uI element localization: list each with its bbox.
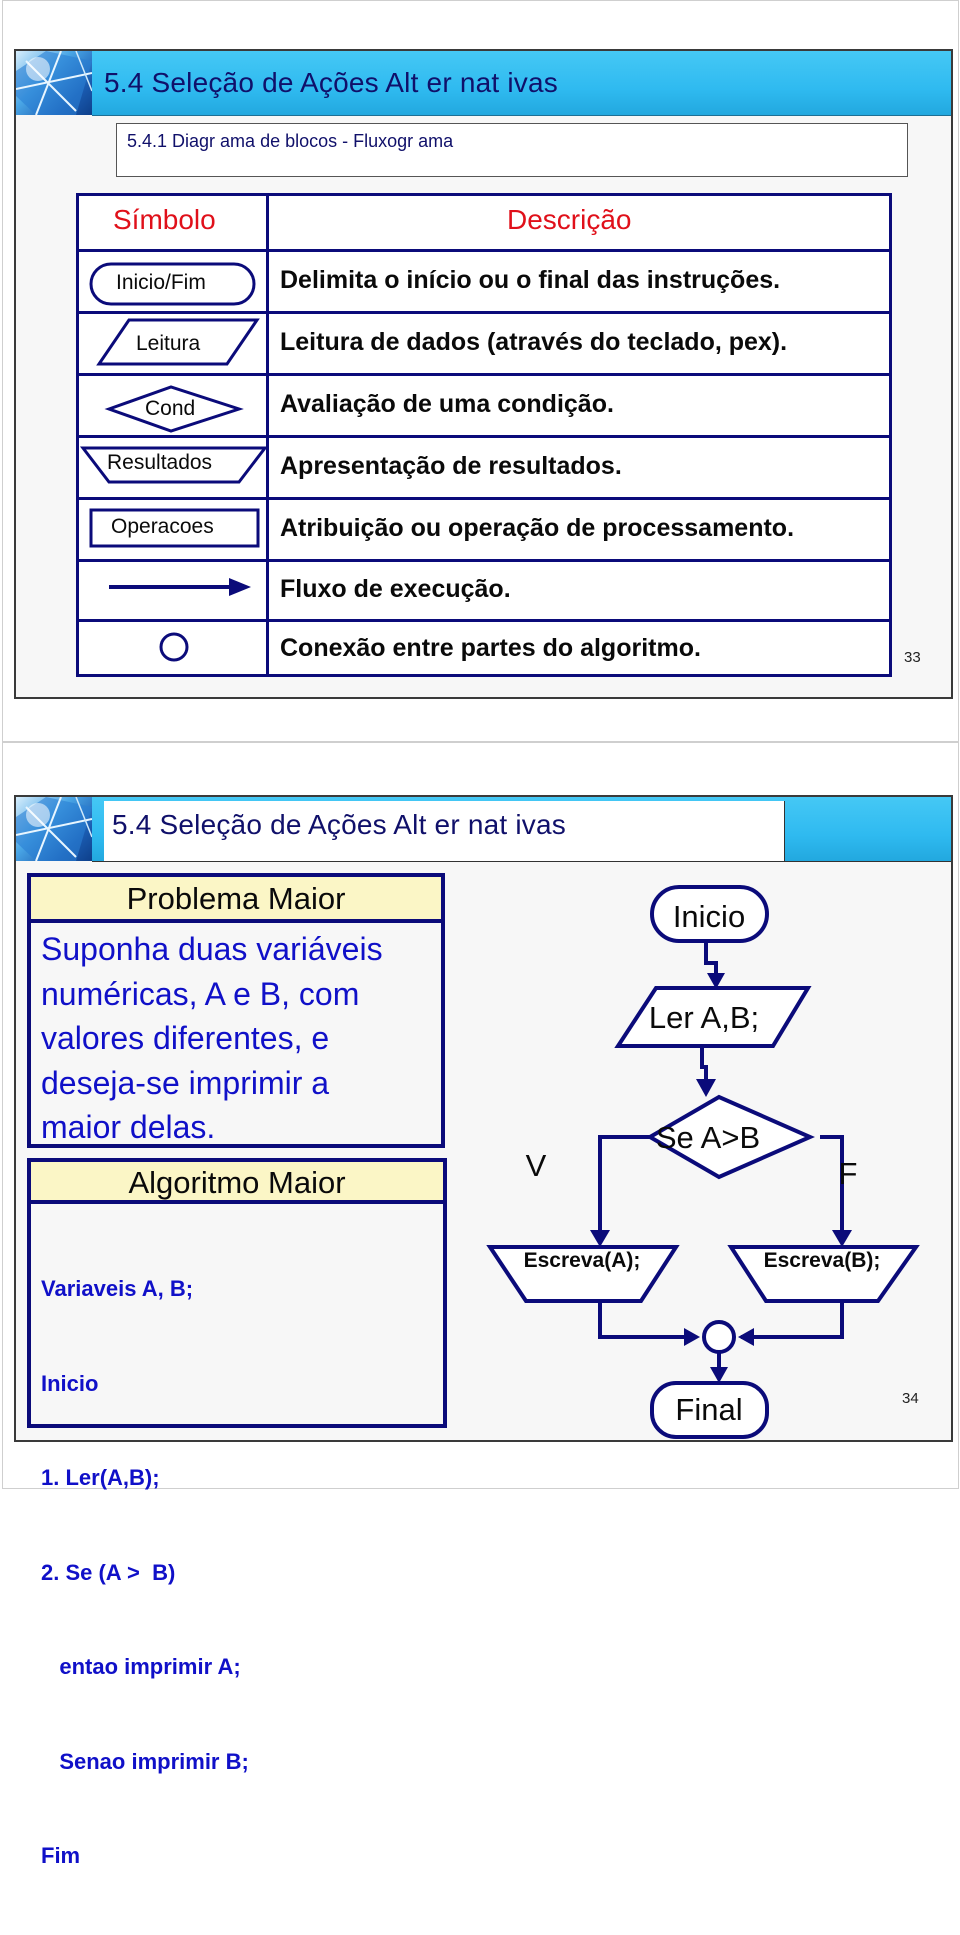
flow-connector [704,941,718,975]
table-row: Conexão entre partes do algoritmo. [79,619,889,677]
symbol-label: Inicio/Fim [116,271,206,294]
false-branch-label: F [839,1156,858,1191]
write-b-label: Escreva(B); [764,1249,881,1272]
slide-title: 5.4 Seleção de Ações Alt er nat ivas [104,67,558,98]
page-34: 5.4 Seleção de Ações Alt er nat ivas Pro… [2,742,959,1868]
algorithm-line: Fim [41,1843,81,1868]
slide-subtitle: 5.4.1 Diagr ama de blocos - Fluxogr ama [127,131,454,151]
symbol-label: Leitura [136,332,201,355]
flow-connector [700,1044,708,1081]
read-label: Ler A,B; [649,1000,759,1035]
end-label: Final [675,1392,742,1427]
page-33: 5.4 Seleção de Ações Alt er nat ivas 5.4… [2,0,959,742]
flow-arrow-icon [79,562,266,619]
write-a-label: Escreva(A); [524,1249,641,1272]
table-row: Fluxo de execução. [79,559,889,619]
page-number: 33 [904,649,921,666]
row-description: Fluxo de execução. [280,575,511,603]
row-description: Leitura de dados (através do teclado, pe… [280,328,788,356]
table-row: Leitura Leitura de dados (através do tec… [79,311,889,373]
row-description: Apresentação de resultados. [280,452,622,480]
arrowhead-icon [710,1367,728,1383]
symbol-table: Símbolo Descrição Inicio/Fim Delimita o … [76,193,892,677]
process-symbol: Operacoes [79,500,266,559]
true-branch-label: V [526,1148,547,1183]
row-description: Avaliação de uma condição. [280,390,614,418]
arrowhead-icon [696,1079,716,1097]
slide-34: 5.4 Seleção de Ações Alt er nat ivas Pro… [14,795,953,1868]
arrowhead-icon [738,1328,754,1346]
subtitle-box: 5.4.1 Diagr ama de blocos - Fluxogr ama [116,123,908,177]
algorithm-line: Senao imprimir B; [41,1748,249,1774]
decision-label: Se A>B [656,1120,760,1155]
terminator-symbol: Inicio/Fim [79,252,266,311]
slide-33: 5.4 Seleção de Ações Alt er nat ivas 5.4… [14,49,953,699]
flow-connector [598,1135,650,1232]
arrowhead-icon [684,1328,700,1346]
table-row: Resultados Apresentação de resultados. [79,435,889,497]
symbol-label: Resultados [107,451,213,474]
arrowhead-icon [590,1230,610,1247]
column-header-symbol: Símbolo [113,204,216,235]
diamond-symbol: Cond [79,376,266,435]
display-symbol: Resultados [79,438,266,497]
arrowhead-icon [832,1230,852,1247]
table-row: Inicio/Fim Delimita o início ou o final … [79,249,889,311]
connector-circle-icon [79,622,266,677]
table-row: Cond Avaliação de uma condição. [79,373,889,435]
slide-header: 5.4 Seleção de Ações Alt er nat ivas [92,51,951,116]
globe-logo-icon [16,51,92,115]
column-header-description: Descrição [507,204,632,235]
algorithm-line: 2. Se (A > B) [41,1559,176,1585]
page-number: 34 [902,1390,919,1407]
flowchart: Inicio Ler A,B; Se A>B V F Escreva(A); E… [486,885,920,1439]
parallelogram-symbol: Leitura [79,314,266,373]
algorithm-line: entao imprimir A; [41,1654,241,1679]
symbol-label: Cond [145,397,196,420]
table-row: Operacoes Atribuição ou operação de proc… [79,497,889,559]
connector-circle [702,1320,736,1354]
symbol-label: Operacoes [111,515,214,538]
row-description: Conexão entre partes do algoritmo. [280,634,701,662]
start-label: Inicio [673,899,745,934]
row-description: Delimita o início ou o final das instruç… [280,266,781,294]
row-description: Atribuição ou operação de processamento. [280,514,795,542]
